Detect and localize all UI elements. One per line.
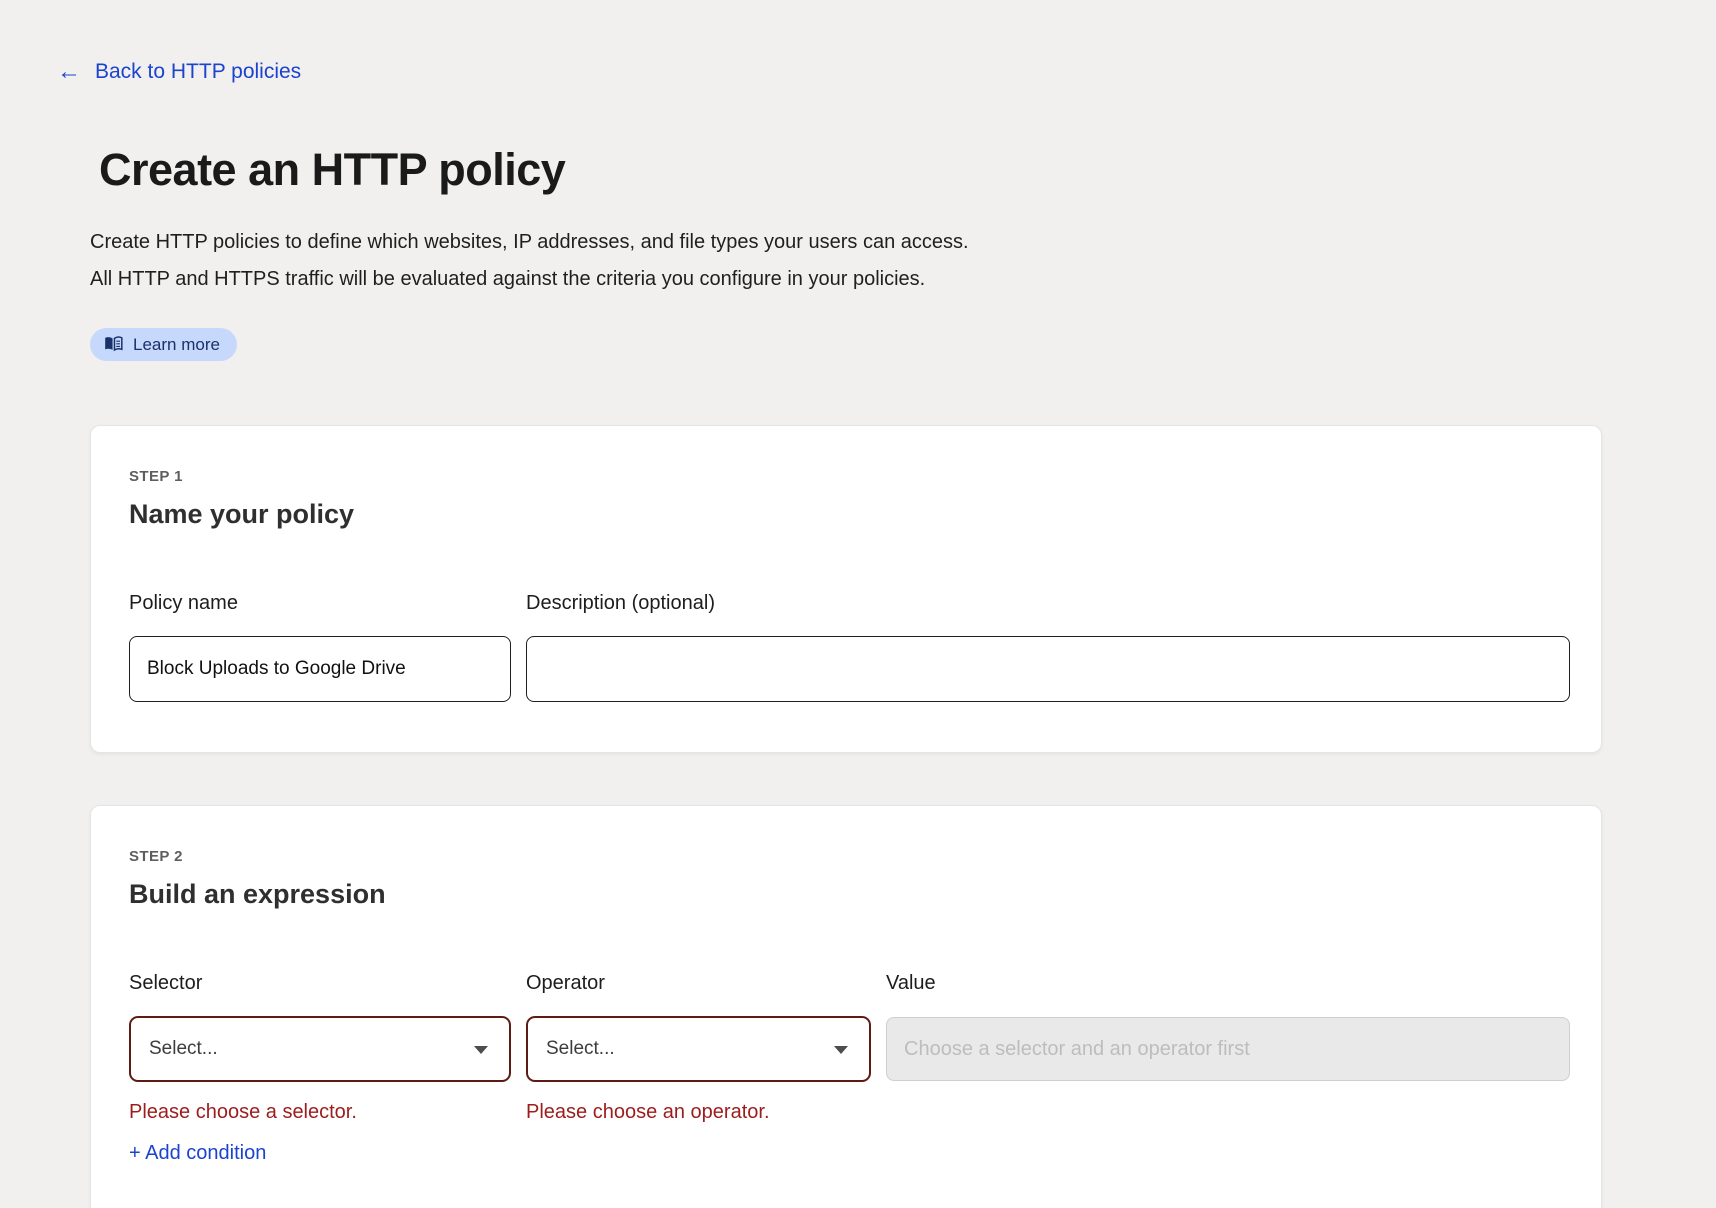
description-input[interactable]: [526, 636, 1570, 702]
back-link-label: Back to HTTP policies: [95, 60, 301, 84]
description-label: Description (optional): [526, 592, 1570, 615]
operator-error-message: Please choose an operator.: [526, 1101, 871, 1124]
learn-more-label: Learn more: [133, 335, 220, 355]
operator-label: Operator: [526, 972, 871, 995]
arrow-left-icon: ←: [57, 60, 81, 84]
page-description: Create HTTP policies to define which web…: [90, 224, 1716, 298]
selector-dropdown-value: Select...: [149, 1038, 218, 1060]
value-input[interactable]: [886, 1017, 1570, 1081]
page-title: Create an HTTP policy: [99, 144, 1716, 196]
operator-dropdown-value: Select...: [546, 1038, 615, 1060]
selector-dropdown[interactable]: Select...: [129, 1016, 511, 1082]
add-condition-link[interactable]: + Add condition: [129, 1142, 266, 1165]
policy-name-label: Policy name: [129, 592, 511, 615]
value-field-group: Value: [886, 972, 1570, 1165]
chevron-down-icon: [473, 1045, 489, 1055]
step2-card: STEP 2 Build an expression Selector Sele…: [90, 805, 1602, 1208]
step2-title: Build an expression: [129, 879, 1570, 910]
chevron-down-icon: [833, 1045, 849, 1055]
page-description-line-1: Create HTTP policies to define which web…: [90, 224, 1716, 261]
policy-name-field-group: Policy name: [129, 592, 511, 702]
book-icon: [103, 334, 124, 355]
learn-more-button[interactable]: Learn more: [90, 328, 237, 361]
step1-title: Name your policy: [129, 499, 1570, 530]
selector-field-group: Selector Select... Please choose a selec…: [129, 972, 511, 1165]
selector-label: Selector: [129, 972, 511, 995]
page-description-line-2: All HTTP and HTTPS traffic will be evalu…: [90, 261, 1716, 298]
step2-label: STEP 2: [129, 848, 1570, 865]
description-field-group: Description (optional): [526, 592, 1570, 702]
back-to-http-policies-link[interactable]: ← Back to HTTP policies: [57, 60, 301, 84]
operator-dropdown[interactable]: Select...: [526, 1016, 871, 1082]
value-label: Value: [886, 972, 1570, 995]
step1-card: STEP 1 Name your policy Policy name Desc…: [90, 425, 1602, 753]
operator-field-group: Operator Select... Please choose an oper…: [526, 972, 871, 1165]
step1-label: STEP 1: [129, 468, 1570, 485]
selector-error-message: Please choose a selector.: [129, 1101, 511, 1124]
policy-name-input[interactable]: [129, 636, 511, 702]
